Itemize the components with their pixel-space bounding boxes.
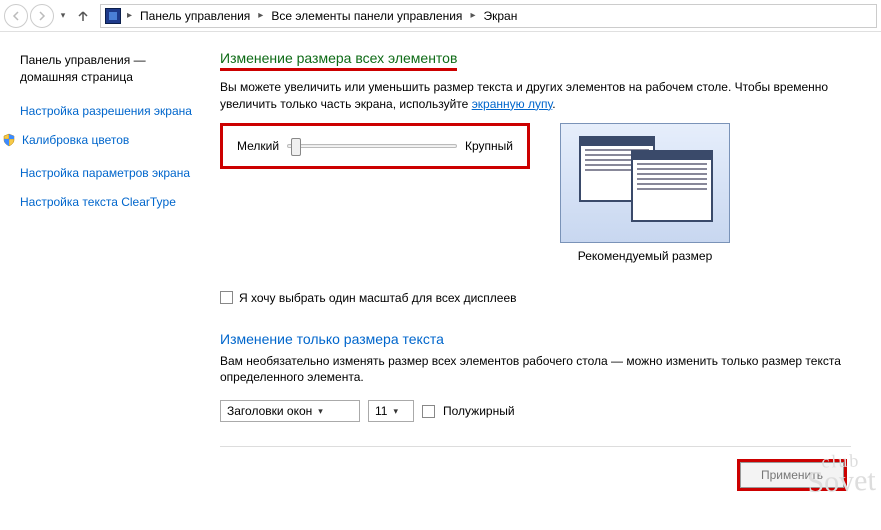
chevron-down-icon: ▾	[318, 406, 323, 417]
bold-label: Полужирный	[443, 404, 515, 418]
history-dropdown[interactable]: ▾	[56, 4, 70, 28]
control-panel-icon	[105, 8, 121, 24]
magnifier-link[interactable]: экранную лупу	[472, 97, 553, 111]
page-heading: Изменение размера всех элементов	[220, 50, 457, 71]
sidebar-item-calibrate[interactable]: Калибровка цветов	[20, 133, 200, 152]
home-line1: Панель управления —	[20, 53, 146, 67]
back-button[interactable]	[4, 4, 28, 28]
sidebar-item-label: Настройка параметров экрана	[20, 166, 190, 182]
slider-thumb[interactable]	[291, 138, 301, 156]
font-size-select[interactable]: 11 ▾	[368, 400, 414, 422]
monitors-preview-icon	[560, 123, 730, 243]
font-size-value: 11	[375, 404, 387, 418]
single-scale-checkbox-row: Я хочу выбрать один масштаб для всех дис…	[220, 291, 851, 305]
up-button[interactable]	[72, 5, 94, 27]
apply-button-highlight: Применить	[737, 459, 847, 491]
sidebar-item-cleartype[interactable]: Настройка текста ClearType	[20, 195, 200, 211]
breadcrumb-root[interactable]: Панель управления	[138, 7, 252, 25]
preview-area: Рекомендуемый размер	[560, 123, 730, 263]
content-pane: Изменение размера всех элементов Вы може…	[210, 32, 881, 530]
chevron-down-icon: ▾	[393, 406, 398, 417]
apply-button[interactable]: Применить	[740, 462, 844, 488]
size-slider-group: Мелкий Крупный	[220, 123, 530, 169]
address-bar: ▾ ▸ Панель управления ▸ Все элементы пан…	[0, 0, 881, 32]
divider	[220, 446, 851, 447]
sidebar-item-label: Настройка разрешения экрана	[20, 104, 192, 120]
control-panel-home-link[interactable]: Панель управления — домашняя страница	[20, 52, 200, 86]
text-size-description: Вам необязательно изменять размер всех э…	[220, 353, 851, 387]
sidebar-item-label: Калибровка цветов	[22, 133, 129, 149]
page-description: Вы можете увеличить или уменьшить размер…	[220, 79, 851, 113]
slider-min-label: Мелкий	[237, 139, 279, 153]
arrow-left-icon	[10, 10, 22, 22]
chevron-right-icon: ▸	[468, 10, 477, 21]
element-select-value: Заголовки окон	[227, 404, 312, 418]
single-scale-checkbox[interactable]	[220, 291, 233, 304]
sidebar-item-display-settings[interactable]: Настройка параметров экрана	[20, 166, 200, 182]
chevron-right-icon: ▸	[125, 10, 134, 21]
arrow-right-icon	[36, 10, 48, 22]
forward-button[interactable]	[30, 4, 54, 28]
home-line2: домашняя страница	[20, 70, 133, 84]
size-slider[interactable]	[287, 144, 457, 148]
sidebar: Панель управления — домашняя страница На…	[0, 32, 210, 530]
element-select[interactable]: Заголовки окон ▾	[220, 400, 360, 422]
sidebar-item-resolution[interactable]: Настройка разрешения экрана	[20, 104, 200, 120]
arrow-up-icon	[76, 9, 90, 23]
single-scale-label: Я хочу выбрать один масштаб для всех дис…	[239, 291, 517, 305]
breadcrumb[interactable]: ▸ Панель управления ▸ Все элементы панел…	[100, 4, 877, 28]
sidebar-item-label: Настройка текста ClearType	[20, 195, 176, 211]
breadcrumb-category[interactable]: Все элементы панели управления	[269, 7, 464, 25]
chevron-right-icon: ▸	[256, 10, 265, 21]
recommended-label: Рекомендуемый размер	[560, 249, 730, 263]
breadcrumb-current[interactable]: Экран	[481, 7, 519, 25]
slider-max-label: Крупный	[465, 139, 513, 153]
bold-checkbox[interactable]	[422, 405, 435, 418]
text-size-heading: Изменение только размера текста	[220, 331, 851, 347]
shield-icon	[2, 133, 16, 152]
